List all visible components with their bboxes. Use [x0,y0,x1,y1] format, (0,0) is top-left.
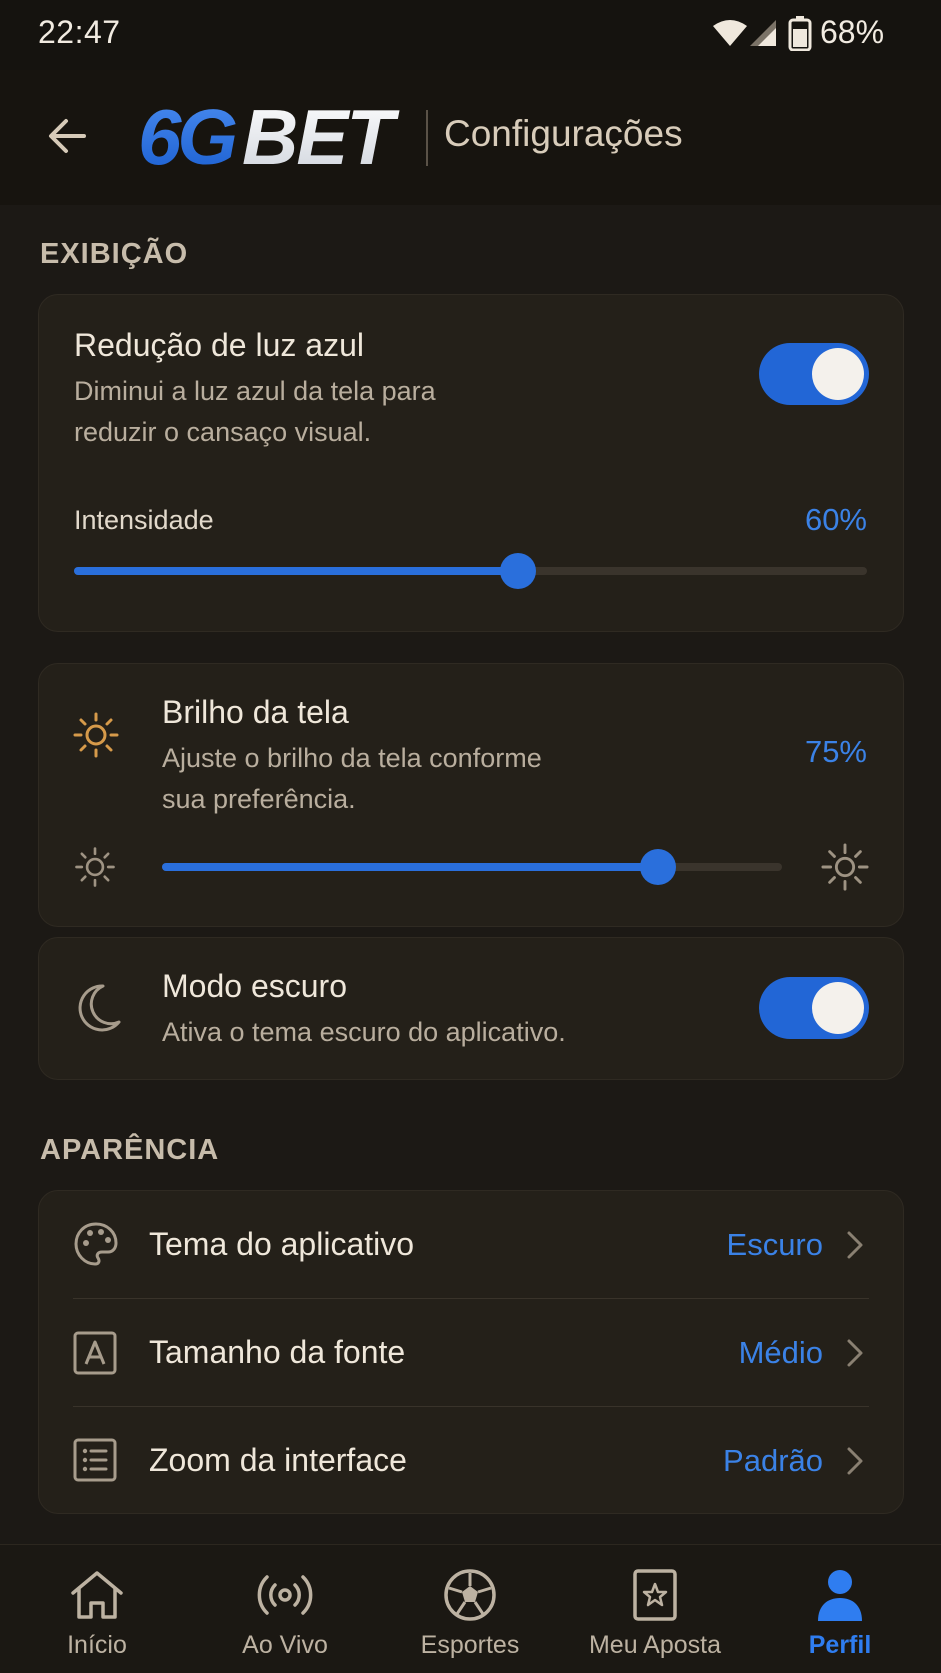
zoom-list-icon [73,1438,117,1482]
blue-light-toggle[interactable] [759,343,869,405]
font-size-row[interactable]: Tamanho da fonte Médio [39,1299,903,1406]
header-divider [426,110,428,166]
bet-slip-icon [633,1569,677,1621]
palette-icon [74,1222,118,1266]
chevron-right-icon [847,1231,863,1259]
appearance-card: Tema do aplicativo Escuro Tamanho da fon… [38,1190,904,1514]
brightness-slider-fill [162,863,658,871]
profile-icon [818,1570,862,1621]
chevron-right-icon [847,1339,863,1367]
bottom-navigation: Início Ao Vivo Esportes Meu Aposta Perfi… [0,1544,941,1673]
intensity-slider-fill [74,567,518,575]
dark-mode-title: Modo escuro [162,968,347,1004]
intensity-slider-thumb[interactable] [500,553,536,589]
font-size-icon [73,1331,117,1375]
brand-logo: 6G BET [138,93,414,181]
status-time: 22:47 [38,14,121,50]
svg-text:6G: 6G [138,96,236,176]
blue-light-card: Redução de luz azul Diminui a luz azul d… [38,294,904,632]
battery-percentage: 68% [820,14,885,50]
nav-item-sports[interactable]: Esportes [376,1545,564,1673]
soccer-ball-icon [444,1569,496,1621]
sun-icon [73,712,119,758]
interface-zoom-label: Zoom da interface [149,1442,407,1478]
home-icon [71,1571,123,1619]
app-theme-row[interactable]: Tema do aplicativo Escuro [39,1191,903,1298]
intensity-value: 60% [804,502,867,537]
nav-label-sports: Esportes [420,1631,520,1659]
brightness-low-icon [75,847,115,887]
font-size-label: Tamanho da fonte [149,1334,406,1370]
battery-icon [788,16,812,51]
back-arrow-icon[interactable] [40,108,96,164]
page-title: Configurações [444,113,683,154]
nav-label-home: Início [67,1631,127,1659]
brightness-high-icon [821,843,869,891]
signal-icon [750,20,776,46]
brightness-desc-line1: Ajuste o brilho da tela conforme [162,743,542,773]
chevron-right-icon [847,1447,863,1475]
brightness-slider-thumb[interactable] [640,849,676,885]
nav-item-live[interactable]: Ao Vivo [191,1545,379,1673]
section-label-display: EXIBIÇÃO [40,238,189,270]
section-label-appearance: APARÊNCIA [40,1134,220,1166]
brightness-desc-line2: sua preferência. [162,784,356,814]
moon-icon [78,984,121,1032]
intensity-slider[interactable] [74,567,867,575]
app-theme-label: Tema do aplicativo [149,1226,415,1262]
intensity-label: Intensidade [74,505,214,535]
blue-light-desc-line2: reduzir o cansaço visual. [74,417,372,447]
nav-item-home[interactable]: Início [3,1545,191,1673]
font-size-value: Médio [738,1335,823,1370]
wifi-icon [713,20,747,46]
nav-item-my-bets[interactable]: Meu Aposta [561,1545,749,1673]
toggle-knob [812,982,864,1034]
brightness-card: Brilho da tela Ajuste o brilho da tela c… [38,663,904,927]
brightness-title: Brilho da tela [162,694,349,730]
toggle-knob [812,348,864,400]
app-theme-value: Escuro [726,1227,823,1262]
interface-zoom-row[interactable]: Zoom da interface Padrão [39,1407,903,1513]
brightness-slider[interactable] [162,863,782,871]
blue-light-desc-line1: Diminui a luz azul da tela para [74,376,436,406]
dark-mode-card: Modo escuro Ativa o tema escuro do aplic… [38,937,904,1080]
live-broadcast-icon [257,1575,313,1615]
dark-mode-desc: Ativa o tema escuro do aplicativo. [162,1017,566,1047]
nav-label-profile: Perfil [808,1631,872,1659]
svg-text:BET: BET [242,96,400,176]
dark-mode-toggle[interactable] [759,977,869,1039]
nav-label-live: Ao Vivo [242,1631,328,1659]
brightness-value: 75% [804,734,867,769]
interface-zoom-value: Padrão [723,1443,823,1478]
nav-item-profile[interactable]: Perfil [746,1545,934,1673]
nav-label-my-bets: Meu Aposta [588,1631,722,1659]
blue-light-title: Redução de luz azul [74,327,364,363]
